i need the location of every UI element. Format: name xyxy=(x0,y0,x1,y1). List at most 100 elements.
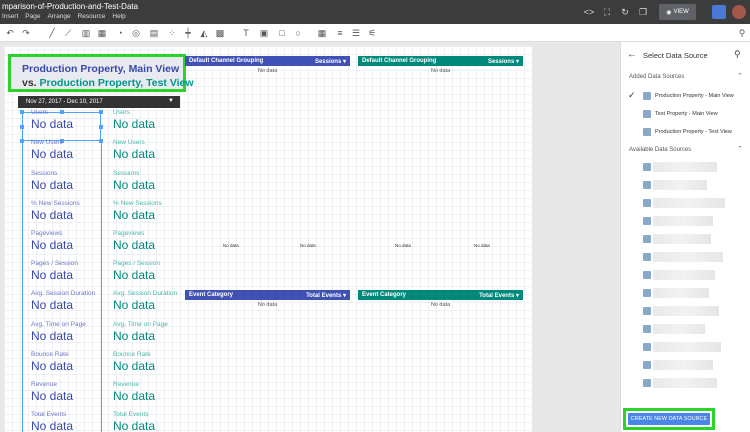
canvas-area: Production Property, Main View vs. Produ… xyxy=(0,42,620,432)
search-icon[interactable]: ⚲ xyxy=(734,49,741,60)
scorecard-revenue-test[interactable]: Revenue No data xyxy=(113,381,193,409)
table-icon[interactable]: ▤ xyxy=(148,27,160,39)
add-person-icon[interactable]: ⚲ xyxy=(736,27,748,39)
table-header[interactable]: Event Category Total Events ▾ xyxy=(358,290,523,300)
create-new-data-source-button[interactable]: CREATE NEW DATA SOURCE xyxy=(628,413,710,425)
rectangle-tool-icon[interactable]: □ xyxy=(276,27,288,39)
available-source-item[interactable] xyxy=(643,196,733,210)
theme-icon[interactable]: ⚟ xyxy=(366,27,378,39)
redo-icon[interactable]: ↷ xyxy=(20,27,32,39)
report-heading[interactable]: Production Property, Main View vs. Produ… xyxy=(8,54,194,92)
pivot-table-icon[interactable]: ▩ xyxy=(214,27,226,39)
added-source-item[interactable]: ✓ Production Property - Main View xyxy=(625,89,749,103)
scorecard-users-main[interactable]: Users No data xyxy=(31,109,111,137)
scorecard-bounce-rate-test[interactable]: Bounce Rate No data xyxy=(113,351,193,379)
table-header[interactable]: Default Channel Grouping Sessions ▾ xyxy=(358,56,523,66)
resize-handle[interactable] xyxy=(20,125,24,129)
scorecard-pageviews-test[interactable]: Pageviews No data xyxy=(113,230,193,258)
scorecard-pageviews-main[interactable]: Pageviews No data xyxy=(31,230,111,258)
report-title[interactable]: mparison-of-Production-and-Test-Data xyxy=(2,2,138,11)
available-source-item[interactable] xyxy=(643,214,733,228)
available-source-item[interactable] xyxy=(643,250,733,264)
available-source-item[interactable] xyxy=(643,268,733,282)
table-event-category-test[interactable]: Event Category Total Events ▾ No data xyxy=(358,290,523,308)
undo-icon[interactable]: ↶ xyxy=(4,27,16,39)
chevron-up-icon[interactable]: ⌃ xyxy=(737,145,743,153)
available-source-item[interactable] xyxy=(643,178,733,192)
table-channel-main[interactable]: Default Channel Grouping Sessions ▾ No d… xyxy=(185,56,350,74)
scorecard-new-sessions-main[interactable]: % New Sessions No data xyxy=(31,200,111,228)
code-icon[interactable]: <> xyxy=(583,6,595,18)
menu-help[interactable]: Help xyxy=(112,13,125,23)
geo-map-icon[interactable]: ◎ xyxy=(130,27,142,39)
scorecard-sessions-test[interactable]: Sessions No data xyxy=(113,170,193,198)
menu-resource[interactable]: Resource xyxy=(78,13,106,23)
scorecard-pages-session-test[interactable]: Pages / Session No data xyxy=(113,260,193,288)
scorecard-avg-session-duration-test[interactable]: Avg. Session Duration No data xyxy=(113,290,193,318)
time-series-chart-icon[interactable]: ╱ xyxy=(46,27,58,39)
text-tool-icon[interactable]: T xyxy=(240,27,252,39)
line-chart-icon[interactable]: ⟋ xyxy=(62,27,74,39)
available-source-item[interactable] xyxy=(643,358,733,372)
resize-handle[interactable] xyxy=(20,110,24,114)
column-metric[interactable]: Total Events ▾ xyxy=(479,292,519,299)
scorecard-total-events-main[interactable]: Total Events No data xyxy=(31,411,111,432)
scorecard-revenue-main[interactable]: Revenue No data xyxy=(31,381,111,409)
date-range-icon[interactable]: ▦ xyxy=(316,27,328,39)
available-source-item[interactable] xyxy=(643,304,733,318)
menu-page[interactable]: Page xyxy=(25,13,40,23)
available-source-item[interactable] xyxy=(643,340,733,354)
scorecard-users-test[interactable]: Users No data xyxy=(113,109,193,137)
scorecard-avg-time-on-page-main[interactable]: Avg. Time on Page No data xyxy=(31,321,111,349)
redacted-name xyxy=(653,198,725,208)
available-source-item[interactable] xyxy=(643,322,733,336)
column-metric[interactable]: Sessions ▾ xyxy=(488,58,519,65)
available-source-item[interactable] xyxy=(643,232,733,246)
chevron-up-icon[interactable]: ⌃ xyxy=(737,72,743,80)
column-metric[interactable]: Total Events ▾ xyxy=(306,292,346,299)
table-event-category-main[interactable]: Event Category Total Events ▾ No data xyxy=(185,290,350,308)
refresh-icon[interactable]: ↻ xyxy=(619,6,631,18)
table-channel-test[interactable]: Default Channel Grouping Sessions ▾ No d… xyxy=(358,56,523,74)
view-button[interactable]: ◉ VIEW xyxy=(659,4,696,20)
metric-label: Total Events xyxy=(31,411,67,418)
added-source-item[interactable]: Test Property - Main View xyxy=(625,107,749,121)
filter-control-icon[interactable]: ≡ xyxy=(334,27,346,39)
circle-tool-icon[interactable]: ○ xyxy=(292,27,304,39)
report-canvas[interactable]: Production Property, Main View vs. Produ… xyxy=(4,46,532,432)
scorecard-new-users-main[interactable]: New Users No data xyxy=(31,139,111,167)
copy-icon[interactable]: ❐ xyxy=(637,6,649,18)
account-switcher-icon[interactable] xyxy=(712,5,726,19)
bullet-chart-icon[interactable]: ┿ xyxy=(182,27,194,39)
available-source-item[interactable] xyxy=(643,376,733,390)
bar-chart-icon[interactable]: ▥ xyxy=(80,27,92,39)
added-source-item[interactable]: Production Property - Test View xyxy=(625,125,749,139)
scorecard-pages-session-main[interactable]: Pages / Session No data xyxy=(31,260,111,288)
data-control-icon[interactable]: ☰ xyxy=(350,27,362,39)
fullscreen-icon[interactable]: ⛶ xyxy=(601,6,613,18)
scorecard-bounce-rate-main[interactable]: Bounce Rate No data xyxy=(31,351,111,379)
scorecard-new-users-test[interactable]: New Users No data xyxy=(113,139,193,167)
area-chart-icon[interactable]: ◭ xyxy=(198,27,210,39)
image-tool-icon[interactable]: ▣ xyxy=(258,27,270,39)
back-arrow-icon[interactable]: ← xyxy=(627,49,637,60)
date-range-control[interactable]: Nov 27, 2017 - Dec 10, 2017 ▼ xyxy=(18,96,180,108)
available-source-item[interactable] xyxy=(643,160,733,174)
scatter-chart-icon[interactable]: ⁘ xyxy=(166,27,178,39)
scorecard-sessions-main[interactable]: Sessions No data xyxy=(31,170,111,198)
scorecard-avg-time-on-page-test[interactable]: Avg. Time on Page No data xyxy=(113,321,193,349)
pie-chart-icon[interactable]: ◔ xyxy=(114,27,126,39)
scorecard-new-sessions-test[interactable]: % New Sessions No data xyxy=(113,200,193,228)
table-header[interactable]: Event Category Total Events ▾ xyxy=(185,290,350,300)
column-metric[interactable]: Sessions ▾ xyxy=(315,58,346,65)
menu-insert[interactable]: Insert xyxy=(2,13,18,23)
table-header[interactable]: Default Channel Grouping Sessions ▾ xyxy=(185,56,350,66)
scorecard-avg-session-duration-main[interactable]: Avg. Session Duration No data xyxy=(31,290,111,318)
combo-chart-icon[interactable]: ▦ xyxy=(96,27,108,39)
scorecard-total-events-test[interactable]: Total Events No data xyxy=(113,411,193,432)
title-main-view: Production Property, Main View xyxy=(22,63,180,75)
menu-arrange[interactable]: Arrange xyxy=(47,13,70,23)
metric-value: No data xyxy=(31,359,74,373)
available-source-item[interactable] xyxy=(643,286,733,300)
avatar[interactable] xyxy=(732,5,746,19)
